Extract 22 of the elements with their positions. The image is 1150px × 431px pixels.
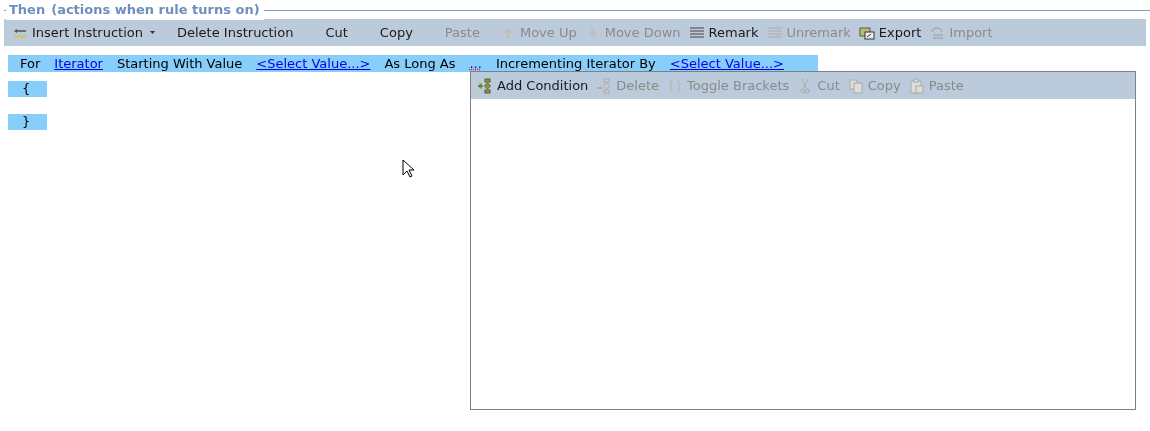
flowchart-icon — [596, 77, 613, 94]
cursor-icon — [402, 159, 415, 179]
value-link[interactable]: <Select Value...> — [669, 53, 784, 74]
toolbar-button[interactable]: Insert Instruction — [8, 20, 161, 45]
lines-icon — [766, 25, 783, 40]
statement-text: Starting With Value — [116, 54, 243, 73]
toolbar-button[interactable]: Remark — [684, 20, 763, 45]
toolbar-button[interactable]: Delete Instruction — [161, 20, 310, 45]
panel-toolbar-button[interactable]: Add Condition — [477, 74, 589, 97]
toolbar-button[interactable]: Copy — [363, 20, 429, 45]
copy-icon — [847, 77, 864, 94]
toolbar-button[interactable]: Export — [854, 20, 926, 45]
statement-text: Incrementing Iterator By — [495, 54, 656, 73]
value-link[interactable]: Iterator — [54, 53, 103, 74]
condition-link[interactable]: ... — [469, 53, 482, 74]
statement-text: As Long As — [384, 54, 456, 73]
statement-text: For — [20, 54, 41, 73]
lines-icon — [688, 25, 705, 40]
flowchart-icon — [477, 77, 493, 94]
clipboard-icon — [908, 77, 925, 94]
value-link[interactable]: <Select Value...> — [256, 53, 371, 74]
toolbar-button[interactable]: Cut — [309, 20, 364, 45]
